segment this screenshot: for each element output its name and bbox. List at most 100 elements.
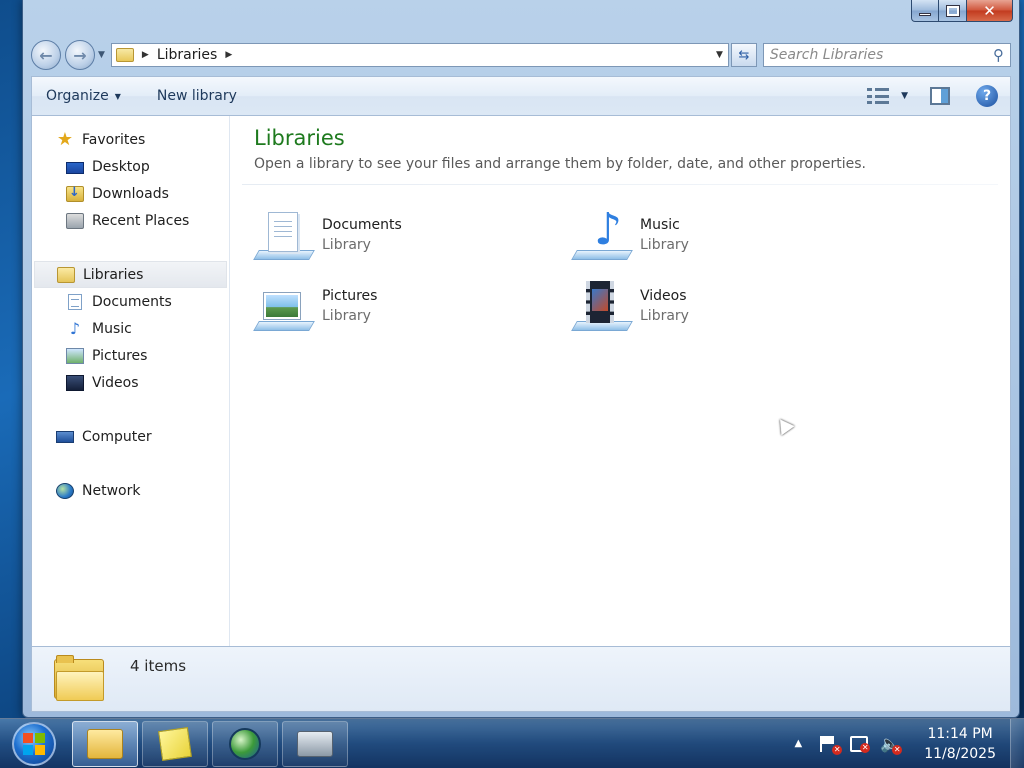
library-type: Library bbox=[640, 307, 689, 324]
library-tile-pictures[interactable]: Pictures Library bbox=[253, 270, 572, 341]
view-options-dropdown-icon[interactable]: ▼ bbox=[901, 91, 908, 101]
pictures-icon bbox=[66, 347, 84, 364]
nav-network[interactable]: Network bbox=[32, 477, 229, 504]
libraries-folder-icon bbox=[115, 48, 134, 62]
nav-item-videos[interactable]: Videos bbox=[32, 369, 229, 396]
back-button[interactable]: ← bbox=[31, 40, 61, 70]
forward-arrow-icon: → bbox=[73, 45, 87, 65]
nav-item-label: Music bbox=[92, 320, 132, 337]
nav-network-label: Network bbox=[82, 482, 141, 499]
nav-item-documents[interactable]: Documents bbox=[32, 288, 229, 315]
nav-libraries[interactable]: Libraries bbox=[34, 261, 227, 288]
refresh-icon: ⇆ bbox=[738, 47, 750, 63]
network-status-icon[interactable]: ✕ bbox=[850, 735, 871, 753]
refresh-button[interactable]: ⇆ bbox=[730, 43, 757, 67]
library-grid: Documents Library ♪ Music Library Pictur… bbox=[253, 199, 1010, 341]
nav-item-music[interactable]: ♪ Music bbox=[32, 315, 229, 342]
videos-library-icon bbox=[571, 279, 633, 333]
sticky-notes-icon bbox=[158, 726, 192, 761]
pictures-library-icon bbox=[253, 279, 315, 333]
nav-computer-label: Computer bbox=[82, 428, 152, 445]
organize-menu[interactable]: Organize ▼ bbox=[46, 88, 121, 104]
details-pane: 4 items bbox=[31, 646, 1011, 712]
computer-icon bbox=[56, 431, 74, 443]
action-center-flag-icon[interactable]: ✕ bbox=[820, 735, 843, 755]
library-tile-documents[interactable]: Documents Library bbox=[253, 199, 572, 270]
documents-library-icon bbox=[253, 208, 315, 262]
taskbar-explorer-button[interactable] bbox=[72, 720, 138, 767]
windows-explorer-icon bbox=[87, 728, 123, 759]
address-bar[interactable]: ▶ Libraries ▶ ▼ bbox=[110, 43, 729, 67]
taskbar-fax-button[interactable] bbox=[282, 720, 348, 767]
back-arrow-icon: ← bbox=[39, 45, 53, 65]
search-icon[interactable]: ⚲ bbox=[993, 46, 1004, 64]
show-hidden-icons-icon[interactable]: ▲ bbox=[795, 738, 803, 749]
page-subtitle: Open a library to see your files and arr… bbox=[254, 156, 866, 172]
nav-item-pictures[interactable]: Pictures bbox=[32, 342, 229, 369]
nav-item-desktop[interactable]: Desktop bbox=[32, 153, 229, 180]
browser-icon bbox=[229, 727, 261, 760]
preview-pane-icon[interactable] bbox=[930, 87, 950, 105]
nav-item-label: Desktop bbox=[92, 158, 150, 175]
body-panes: ★ Favorites Desktop Downloads Recent Pla… bbox=[31, 116, 1011, 646]
volume-muted-icon[interactable]: 🔈 ✕ bbox=[880, 735, 903, 755]
breadcrumb-arrow-icon[interactable]: ▶ bbox=[225, 50, 232, 60]
taskbar-sticky-notes-button[interactable] bbox=[142, 720, 208, 767]
library-name: Documents bbox=[322, 216, 402, 233]
forward-button[interactable]: → bbox=[65, 40, 95, 70]
library-name: Videos bbox=[640, 287, 687, 304]
library-tile-videos[interactable]: Videos Library bbox=[571, 270, 890, 341]
clock-date: 11/8/2025 bbox=[924, 745, 996, 762]
navigation-pane: ★ Favorites Desktop Downloads Recent Pla… bbox=[32, 116, 230, 646]
page-title: Libraries bbox=[254, 126, 345, 150]
start-button[interactable] bbox=[12, 721, 56, 766]
maximize-button[interactable] bbox=[939, 0, 967, 22]
clock[interactable]: 11:14 PM 11/8/2025 bbox=[924, 724, 996, 764]
close-button[interactable]: ✕ bbox=[967, 0, 1013, 22]
nav-libraries-label: Libraries bbox=[83, 266, 144, 283]
nav-item-label: Recent Places bbox=[92, 212, 190, 229]
new-library-label: New library bbox=[156, 88, 237, 104]
close-icon: ✕ bbox=[983, 1, 996, 20]
videos-icon bbox=[66, 374, 84, 391]
item-count: 4 items bbox=[130, 657, 187, 675]
nav-favorites[interactable]: ★ Favorites bbox=[32, 126, 229, 153]
libraries-folder-icon bbox=[57, 266, 75, 283]
music-library-icon: ♪ bbox=[571, 207, 633, 262]
favorites-star-icon: ★ bbox=[56, 128, 74, 150]
taskbar: ▲ ✕ ✕ 🔈 ✕ 11:14 PM 11/8/2025 bbox=[0, 718, 1024, 768]
library-type: Library bbox=[640, 236, 689, 253]
nav-favorites-label: Favorites bbox=[82, 131, 146, 148]
explorer-window: ✕ ← → ▼ ▶ Libraries ▶ ▼ ⇆ ⚲ Organize ▼ N… bbox=[22, 0, 1020, 718]
change-view-icon[interactable] bbox=[867, 88, 890, 104]
library-tile-music[interactable]: ♪ Music Library bbox=[571, 199, 890, 270]
breadcrumb-libraries[interactable]: Libraries bbox=[157, 47, 217, 63]
library-name: Music bbox=[640, 216, 680, 233]
nav-item-label: Videos bbox=[92, 374, 139, 391]
clock-time: 11:14 PM bbox=[927, 725, 993, 742]
library-type: Library bbox=[322, 307, 371, 324]
documents-icon bbox=[68, 293, 82, 310]
new-library-button[interactable]: New library bbox=[157, 88, 237, 104]
desktop-icon bbox=[66, 161, 84, 174]
minimize-button[interactable] bbox=[911, 0, 939, 22]
search-box: ⚲ bbox=[762, 43, 1011, 67]
recent-pages-dropdown-icon[interactable]: ▼ bbox=[98, 50, 105, 60]
mouse-cursor-icon bbox=[773, 414, 795, 436]
nav-item-recent-places[interactable]: Recent Places bbox=[32, 207, 229, 234]
nav-computer[interactable]: Computer bbox=[32, 423, 229, 450]
help-icon[interactable]: ? bbox=[976, 85, 998, 107]
search-input[interactable] bbox=[769, 47, 993, 63]
network-globe-icon bbox=[56, 482, 74, 499]
breadcrumb-arrow-icon[interactable]: ▶ bbox=[142, 50, 149, 60]
caption-buttons: ✕ bbox=[911, 0, 1013, 22]
navigation-row: ← → ▼ ▶ Libraries ▶ ▼ ⇆ ⚲ bbox=[31, 38, 1011, 72]
address-dropdown-icon[interactable]: ▼ bbox=[710, 50, 728, 60]
taskbar-browser-button[interactable] bbox=[212, 720, 278, 767]
nav-item-downloads[interactable]: Downloads bbox=[32, 180, 229, 207]
fax-scan-icon bbox=[297, 730, 333, 757]
content-pane: Libraries Open a library to see your fil… bbox=[230, 116, 1010, 646]
command-bar-right: ▼ ? bbox=[867, 85, 1010, 107]
show-desktop-button[interactable] bbox=[1010, 719, 1024, 768]
organize-label: Organize bbox=[46, 88, 109, 104]
